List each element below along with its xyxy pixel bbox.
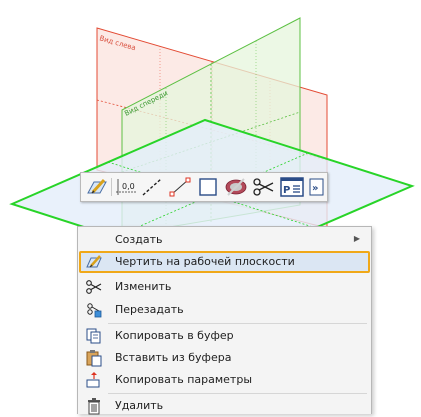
dash-line-icon: [142, 178, 162, 196]
submenu-arrow-icon: ▶: [353, 234, 360, 243]
rectangle-icon: [199, 178, 217, 196]
parameters-text: P: [283, 185, 290, 196]
more-text: »: [312, 183, 318, 194]
menu-item-label: Удалить: [115, 399, 164, 412]
menu-separator: [108, 393, 367, 394]
dimension-button[interactable]: 0,0: [115, 176, 139, 198]
menu-item-label: Создать: [115, 233, 163, 246]
copy-params-icon: [85, 371, 103, 389]
menu-item-redefine[interactable]: Перезадать: [79, 299, 370, 321]
menu-item-label: Чертить на рабочей плоскости: [115, 255, 295, 268]
menu-item-create[interactable]: Создать ▶: [79, 229, 370, 251]
menu-item-label: Изменить: [115, 280, 172, 293]
trash-icon: [85, 397, 103, 415]
parameters-icon: P: [280, 177, 304, 197]
scissors-icon: [253, 178, 274, 196]
menu-item-paste[interactable]: Вставить из буфера: [79, 347, 370, 369]
dimension-text: 0,0: [122, 182, 135, 191]
menu-item-copy-parameters[interactable]: Копировать параметры: [79, 369, 370, 391]
double-chevron-right-icon: »: [309, 178, 324, 196]
menu-item-label: Вставить из буфера: [115, 351, 232, 364]
rectangle-button[interactable]: [196, 176, 220, 198]
menu-item-label: Копировать в буфер: [115, 329, 234, 342]
dash-line-button[interactable]: [140, 176, 164, 198]
menu-item-sketch-on-workplane[interactable]: Чертить на рабочей плоскости: [79, 251, 370, 273]
menu-item-edit[interactable]: Изменить: [79, 276, 370, 298]
redefine-icon: [85, 301, 103, 319]
parameters-button[interactable]: P: [280, 176, 304, 198]
hide-eye-icon: [225, 178, 247, 196]
sketch-on-plane-button[interactable]: [85, 176, 109, 198]
dimension-icon: 0,0: [116, 179, 137, 195]
mini-toolbar: 0,0 P »: [80, 172, 328, 202]
cut-button[interactable]: [252, 176, 276, 198]
copy-icon: [85, 327, 103, 345]
scissors-edit-icon: [85, 278, 103, 296]
hide-button[interactable]: [224, 176, 248, 198]
menu-item-copy[interactable]: Копировать в буфер: [79, 325, 370, 347]
paste-icon: [85, 349, 103, 367]
pencil-sheet-icon: [87, 178, 107, 194]
line-icon: [169, 177, 191, 197]
more-button[interactable]: »: [309, 176, 325, 198]
menu-separator: [108, 323, 367, 324]
menu-item-label: Копировать параметры: [115, 373, 253, 386]
menu-item-label: Перезадать: [115, 303, 184, 316]
context-menu: Создать ▶ Чертить на рабочей плоскости И…: [77, 226, 372, 415]
pencil-sheet-icon: [85, 253, 103, 271]
line-button[interactable]: [168, 176, 192, 198]
